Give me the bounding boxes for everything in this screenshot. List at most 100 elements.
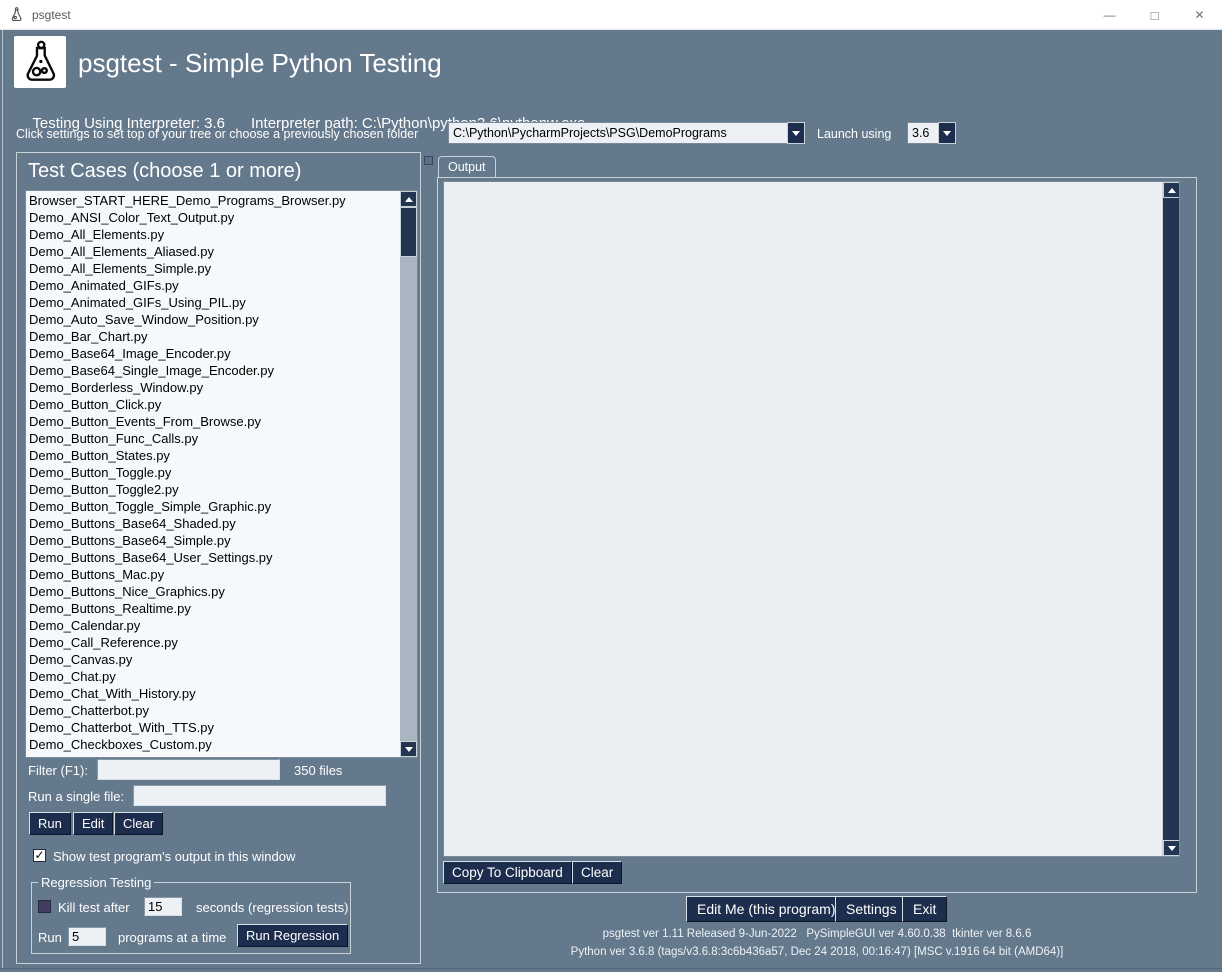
filter-input[interactable] xyxy=(97,759,280,780)
edit-button[interactable]: Edit xyxy=(73,812,113,835)
launch-version-combo[interactable]: 3.6 xyxy=(907,122,956,144)
list-item[interactable]: Demo_Buttons_Realtime.py xyxy=(26,600,400,617)
list-item[interactable]: Demo_Animated_GIFs_Using_PIL.py xyxy=(26,294,400,311)
panel-sizer-grip xyxy=(424,156,433,165)
test-cases-listbox[interactable]: Browser_START_HERE_Demo_Programs_Browser… xyxy=(25,190,418,758)
scroll-down-button[interactable] xyxy=(400,741,417,757)
maximize-button[interactable]: □ xyxy=(1132,0,1177,30)
list-item[interactable]: Demo_Button_Toggle_Simple_Graphic.py xyxy=(26,498,400,515)
list-item[interactable]: Demo_All_Elements_Aliased.py xyxy=(26,243,400,260)
list-item[interactable]: Demo_Base64_Single_Image_Encoder.py xyxy=(26,362,400,379)
single-file-input[interactable] xyxy=(133,785,386,806)
scroll-down-button[interactable] xyxy=(1163,840,1180,856)
clear-button[interactable]: Clear xyxy=(114,812,163,835)
minimize-button[interactable]: — xyxy=(1087,0,1132,30)
tab-output[interactable]: Output xyxy=(438,156,496,178)
app-logo-box xyxy=(14,36,66,88)
list-item[interactable]: Demo_Call_Reference.py xyxy=(26,634,400,651)
copy-to-clipboard-button[interactable]: Copy To Clipboard xyxy=(443,861,572,884)
clear-output-button[interactable]: Clear xyxy=(572,861,622,884)
scrollbar-thumb[interactable] xyxy=(400,207,417,257)
folder-combo-value[interactable]: C:\Python\PycharmProjects\PSG\DemoProgra… xyxy=(448,122,787,144)
chevron-down-icon xyxy=(943,131,951,136)
regression-frame-title: Regression Testing xyxy=(38,875,154,890)
window-controls: — □ ✕ xyxy=(1087,0,1222,30)
edit-me-button[interactable]: Edit Me (this program) xyxy=(686,896,846,922)
list-item[interactable]: Browser_START_HERE_Demo_Programs_Browser… xyxy=(26,192,400,209)
output-scrollbar[interactable] xyxy=(1162,182,1179,856)
triangle-down-icon xyxy=(405,747,413,752)
list-item[interactable]: Demo_Button_Toggle2.py xyxy=(26,481,400,498)
test-cases-list[interactable]: Browser_START_HERE_Demo_Programs_Browser… xyxy=(26,192,400,757)
list-item[interactable]: Demo_Chatterbot.py xyxy=(26,702,400,719)
listbox-scrollbar[interactable] xyxy=(400,191,417,757)
close-button[interactable]: ✕ xyxy=(1177,0,1222,30)
list-item[interactable]: Demo_Buttons_Base64_Simple.py xyxy=(26,532,400,549)
list-item[interactable]: Demo_Chat.py xyxy=(26,668,400,685)
list-item[interactable]: Demo_Calendar.py xyxy=(26,617,400,634)
kill-test-suffix-label: seconds (regression tests) xyxy=(196,900,348,915)
status-line-1: psgtest ver 1.11 Released 9-Jun-2022 PyS… xyxy=(437,928,1197,940)
scroll-up-button[interactable] xyxy=(1163,182,1180,198)
list-item[interactable]: Demo_All_Elements_Simple.py xyxy=(26,260,400,277)
app-window: psgtest — □ ✕ psgtest - Simple Python Te… xyxy=(0,0,1222,972)
test-cases-title: Test Cases (choose 1 or more) xyxy=(28,160,301,183)
triangle-up-icon xyxy=(405,197,413,202)
list-item[interactable]: Demo_Buttons_Nice_Graphics.py xyxy=(26,583,400,600)
list-item[interactable]: Demo_Chatterbot_With_TTS.py xyxy=(26,719,400,736)
list-item[interactable]: Demo_Button_Events_From_Browse.py xyxy=(26,413,400,430)
list-item[interactable]: Demo_Animated_GIFs.py xyxy=(26,277,400,294)
kill-test-label[interactable]: Kill test after xyxy=(58,900,130,915)
list-item[interactable]: Demo_Buttons_Base64_Shaded.py xyxy=(26,515,400,532)
show-output-label[interactable]: Show test program's output in this windo… xyxy=(53,849,295,864)
scroll-up-button[interactable] xyxy=(400,191,417,207)
settings-button[interactable]: Settings xyxy=(835,896,908,922)
show-output-checkbox[interactable] xyxy=(33,849,46,862)
list-item[interactable]: Demo_Auto_Save_Window_Position.py xyxy=(26,311,400,328)
output-text xyxy=(446,184,1160,854)
list-item[interactable]: Demo_Button_Func_Calls.py xyxy=(26,430,400,447)
chevron-down-icon xyxy=(792,131,800,136)
list-item[interactable]: Demo_Button_States.py xyxy=(26,447,400,464)
flask-icon xyxy=(18,40,63,85)
run-regression-button[interactable]: Run Regression xyxy=(237,924,348,947)
kill-seconds-input[interactable] xyxy=(144,897,182,916)
triangle-up-icon xyxy=(1168,188,1176,193)
list-item[interactable]: Demo_Canvas.py xyxy=(26,651,400,668)
kill-test-checkbox[interactable] xyxy=(38,900,51,913)
files-count-text: 350 files xyxy=(294,763,342,778)
single-file-label: Run a single file: xyxy=(28,789,124,804)
settings-hint-text: Click settings to set top of your tree o… xyxy=(16,127,418,141)
run-count-suffix-label: programs at a time xyxy=(118,930,226,945)
status-line-2: Python ver 3.6.8 (tags/v3.6.8:3c6b436a57… xyxy=(437,946,1197,958)
run-count-label: Run xyxy=(38,930,62,945)
page-title: psgtest - Simple Python Testing xyxy=(78,48,442,79)
folder-combo-arrow-button[interactable] xyxy=(787,122,805,144)
list-item[interactable]: Demo_ANSI_Color_Text_Output.py xyxy=(26,209,400,226)
list-item[interactable]: Demo_Button_Toggle.py xyxy=(26,464,400,481)
list-item[interactable]: Demo_All_Elements.py xyxy=(26,226,400,243)
list-item[interactable]: Demo_Chat_With_History.py xyxy=(26,685,400,702)
list-item[interactable]: Demo_Checkboxes_Custom.py xyxy=(26,736,400,753)
output-area[interactable] xyxy=(443,181,1180,857)
list-item[interactable]: Demo_Borderless_Window.py xyxy=(26,379,400,396)
window-title: psgtest xyxy=(32,8,71,22)
launch-combo-arrow-button[interactable] xyxy=(938,122,956,144)
run-count-input[interactable] xyxy=(68,927,106,946)
list-item[interactable]: Demo_Base64_Image_Encoder.py xyxy=(26,345,400,362)
launch-version-value[interactable]: 3.6 xyxy=(907,122,938,144)
exit-button[interactable]: Exit xyxy=(902,896,947,922)
list-item[interactable]: Demo_Button_Click.py xyxy=(26,396,400,413)
list-item[interactable]: Demo_Buttons_Mac.py xyxy=(26,566,400,583)
filter-label: Filter (F1): xyxy=(28,763,88,778)
triangle-down-icon xyxy=(1168,846,1176,851)
window-edge xyxy=(2,30,3,968)
app-flask-icon xyxy=(9,7,24,22)
window-edge xyxy=(0,968,1222,969)
folder-combo[interactable]: C:\Python\PycharmProjects\PSG\DemoProgra… xyxy=(448,122,805,144)
regression-testing-frame: Regression Testing Kill test after secon… xyxy=(31,882,351,954)
list-item[interactable]: Demo_Bar_Chart.py xyxy=(26,328,400,345)
launch-using-label: Launch using xyxy=(817,127,891,141)
run-button[interactable]: Run xyxy=(29,812,71,835)
list-item[interactable]: Demo_Buttons_Base64_User_Settings.py xyxy=(26,549,400,566)
